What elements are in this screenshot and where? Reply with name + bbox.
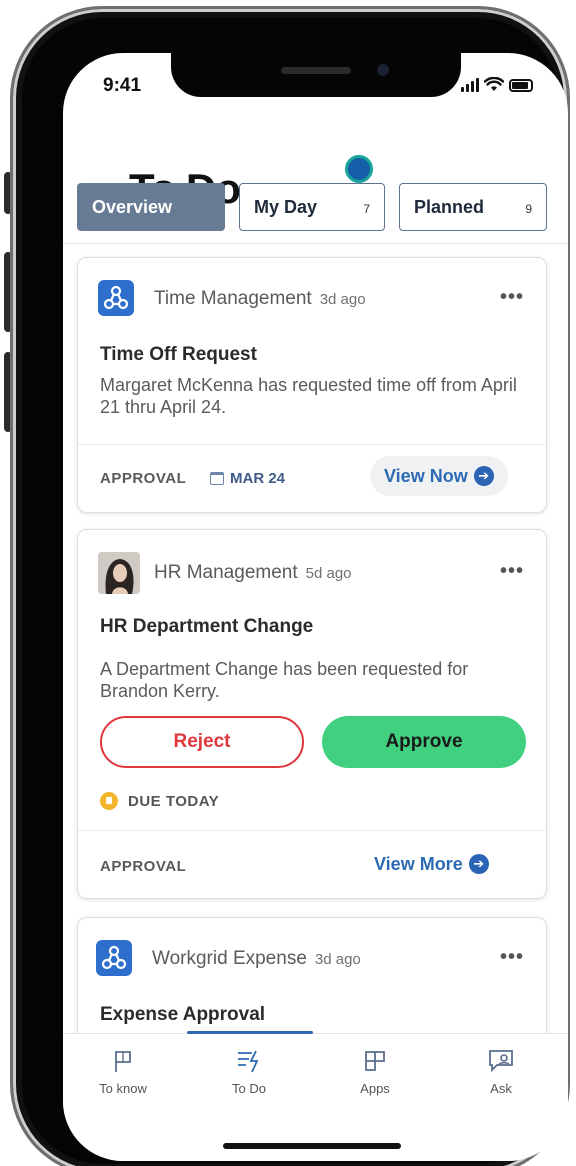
battery-icon (509, 79, 533, 92)
card-body: A Department Change has been requested f… (100, 659, 469, 701)
phone-screen: 9:41 To Do Overview My Day 7 (63, 53, 568, 1161)
card-body: Margaret McKenna has requested time off … (100, 375, 517, 417)
bottom-nav: To know To Do Apps Ask (63, 1033, 568, 1161)
source-name: Workgrid Expense (152, 948, 307, 969)
nav-apps[interactable]: Apps (335, 1048, 415, 1098)
more-options-icon[interactable]: ••• (500, 286, 524, 309)
card-source: Workgrid Expense 3d ago (152, 948, 361, 970)
nav-to-do[interactable]: To Do (209, 1048, 289, 1098)
feed-divider (63, 243, 568, 244)
avatar (98, 552, 140, 594)
tab-my-day[interactable]: My Day 7 (239, 183, 385, 231)
calendar-icon (210, 472, 224, 485)
tab-overview[interactable]: Overview (77, 183, 225, 231)
card-type-tag: APPROVAL (100, 470, 187, 487)
due-label: DUE TODAY (128, 792, 220, 810)
card-source: HR Management 5d ago (154, 562, 352, 584)
ask-icon (489, 1050, 513, 1073)
active-tab-indicator (187, 1031, 313, 1034)
view-now-label: View Now (384, 465, 468, 486)
tab-label: Planned (414, 196, 485, 217)
card-divider (78, 830, 548, 831)
tab-count: 7 (363, 202, 370, 216)
date-label: MAR 24 (230, 470, 286, 487)
nav-ask[interactable]: Ask (461, 1048, 541, 1098)
apps-icon (365, 1051, 385, 1071)
due-indicator: DUE TODAY (100, 792, 219, 810)
workgrid-logo-icon (96, 940, 132, 976)
card-date: MAR 24 (210, 470, 285, 487)
nav-label: To know (99, 1081, 147, 1096)
source-name: Time Management (154, 288, 312, 309)
nav-label: Ask (490, 1081, 512, 1096)
card-time-ago: 5d ago (305, 565, 352, 582)
arrow-right-icon: ➔ (473, 466, 494, 486)
link-icon (103, 285, 129, 310)
todo-icon (238, 1050, 259, 1073)
front-camera (377, 64, 389, 76)
tab-planned[interactable]: Planned 9 (399, 183, 547, 231)
home-indicator[interactable] (223, 1143, 401, 1149)
nav-label: Apps (360, 1081, 390, 1096)
card-divider (78, 444, 548, 445)
flag-outline-icon (115, 1051, 131, 1072)
tab-label: My Day (254, 196, 318, 217)
more-options-icon[interactable]: ••• (500, 946, 524, 969)
approve-button[interactable]: Approve (322, 716, 526, 768)
signal-icon (461, 78, 479, 92)
card-source: Time Management 3d ago (154, 288, 366, 310)
nav-label: To Do (232, 1081, 266, 1096)
source-name: HR Management (154, 562, 298, 583)
speaker-grille (281, 67, 351, 74)
tab-count: 9 (525, 202, 532, 216)
arrow-right-icon: ➔ (468, 854, 489, 874)
view-more-label: View More (374, 853, 463, 874)
reject-button[interactable]: Reject (100, 716, 304, 768)
status-icons (461, 77, 533, 92)
phone-notch (171, 53, 461, 97)
view-more-button[interactable]: View More ➔ (360, 844, 503, 884)
link-icon (101, 945, 127, 970)
tab-label: Overview (92, 196, 173, 217)
annotation-marker (345, 155, 373, 183)
wifi-icon (484, 77, 504, 91)
card-title: Time Off Request (100, 344, 257, 365)
person-avatar-icon (98, 552, 140, 594)
flag-icon (100, 792, 118, 810)
phone-frame: 9:41 To Do Overview My Day 7 (10, 6, 570, 1166)
card-title: Expense Approval (100, 1004, 266, 1025)
card-time-off-request[interactable]: Time Management 3d ago ••• Time Off Reque… (77, 257, 548, 513)
card-time-ago: 3d ago (319, 291, 366, 308)
card-type-tag: APPROVAL (100, 858, 187, 875)
view-now-button[interactable]: View Now ➔ (370, 456, 508, 496)
status-time: 9:41 (103, 75, 142, 96)
more-options-icon[interactable]: ••• (500, 560, 524, 583)
workgrid-logo-icon (98, 280, 134, 316)
card-title: HR Department Change (100, 616, 314, 637)
nav-to-know[interactable]: To know (83, 1048, 163, 1098)
card-hr-department-change[interactable]: HR Management 5d ago ••• HR Department Ch… (77, 529, 548, 899)
card-time-ago: 3d ago (314, 951, 361, 968)
